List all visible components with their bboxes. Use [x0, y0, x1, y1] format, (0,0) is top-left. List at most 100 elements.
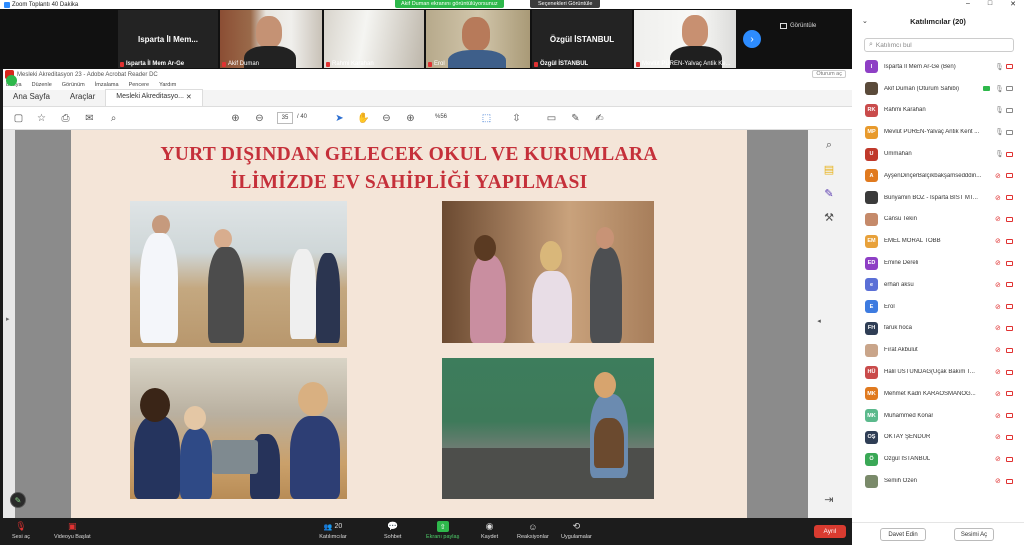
video-tile[interactable]: Erol [426, 10, 530, 68]
left-panel-toggle[interactable]: ▸ [3, 130, 15, 518]
participant-name: EMEL MORAL TOBB [884, 238, 941, 245]
hand-tool-icon[interactable]: ✋ [357, 112, 370, 125]
participant-row[interactable]: Bünyamin BOZ - Isparta BİST MT... ⊘ [852, 187, 1024, 209]
share-screen-button[interactable]: ⇧ Ekranı paylaş [426, 521, 459, 540]
participant-row[interactable]: EM EMEL MORAL TOBB ⊘ [852, 230, 1024, 252]
unmute-button[interactable]: 🎙 Sesi aç [12, 521, 30, 540]
select-cursor-icon[interactable]: ➤ [333, 112, 346, 125]
more-tools-icon[interactable]: ⚒ [822, 210, 836, 224]
search-placeholder: Katılımcı bul [875, 41, 912, 49]
participant-row[interactable]: E Erol ⊘ [852, 296, 1024, 318]
page-number-input[interactable]: 35 [277, 112, 293, 124]
unmute-label: Sesi aç [12, 534, 31, 540]
page-up-icon[interactable]: ⊕ [229, 112, 242, 125]
participant-row[interactable]: MK Mehmet Kadri KARAOSMANOĞ... ⊘ [852, 383, 1024, 405]
close-tab-icon[interactable]: ✕ [186, 93, 192, 101]
apps-button[interactable]: ⟲ Uygulamalar [561, 521, 592, 540]
unmute-me-button[interactable]: Sesimi Aç [954, 528, 994, 541]
sign-icon[interactable]: ✍ [593, 112, 606, 125]
camera-icon [1006, 86, 1013, 92]
close-icon[interactable]: ✕ [1010, 0, 1016, 8]
zoom-app-icon [4, 1, 10, 8]
email-icon[interactable]: ✉ [83, 112, 96, 125]
menu-view[interactable]: Görünüm [62, 82, 85, 88]
reactions-button[interactable]: ☺ Reaksiyonlar [517, 521, 549, 541]
participant-row[interactable]: Ö Özgül İSTANBUL ⊘ [852, 448, 1024, 470]
zoom-in-icon[interactable]: ⊕ [404, 112, 417, 125]
person [214, 229, 232, 249]
fit-page-icon[interactable]: ⬚ [480, 112, 493, 125]
document-area[interactable]: ▸ YURT DIŞINDAN GELECEK OKUL VE KURUMLAR… [3, 130, 852, 518]
apron [594, 418, 624, 468]
participant-row[interactable]: A AyşenDinçerBalçıkbakşamsedddin... ⊘ [852, 165, 1024, 187]
participants-label: Katılımcılar [319, 534, 347, 540]
page-down-icon[interactable]: ⊖ [253, 112, 266, 125]
participant-row[interactable]: Akif Duman (Oturum Sahibi) 🎙 [852, 78, 1024, 100]
participant-row[interactable]: MK Muhammed Konar ⊘ [852, 405, 1024, 427]
tile-name: Erol [434, 61, 445, 67]
menu-help[interactable]: Yardım [159, 82, 176, 88]
video-tile[interactable]: Mevlüt PÜREN-Yalvaç Antik Ke... [634, 10, 736, 68]
zoom-out-icon[interactable]: ⊖ [380, 112, 393, 125]
camera-off-icon [1006, 304, 1013, 310]
zoom-level[interactable]: %56 [435, 114, 447, 120]
leave-button[interactable]: Ayrıl [814, 525, 846, 538]
menu-edit[interactable]: Düzenle [32, 82, 52, 88]
video-strip: Isparta İl Mem... Isparta İl Mem Ar-Ge A… [0, 9, 852, 69]
bookmark-star-icon[interactable]: ☆ [35, 112, 48, 125]
comment-icon[interactable]: ▭ [545, 112, 558, 125]
start-video-button[interactable]: ▣ Videoyu Başlat [54, 521, 91, 540]
chevron-right-icon[interactable]: ▸ [6, 315, 10, 323]
participant-row[interactable]: Semih Özen ⊘ [852, 470, 1024, 492]
sign-in-button[interactable]: Oturum aç [812, 70, 846, 78]
participant-row[interactable]: U Ummahan 🎙 [852, 143, 1024, 165]
chevron-left-icon[interactable]: ◂ [812, 314, 826, 328]
participant-row[interactable]: Fırat Akbulut ⊘ [852, 339, 1024, 361]
invite-button[interactable]: Davet Edin [880, 528, 926, 541]
video-tile[interactable]: Akif Duman [220, 10, 322, 68]
chevron-down-icon[interactable]: ⌄ [862, 17, 868, 25]
participant-row[interactable]: RK Rahmi Karahan 🎙 [852, 100, 1024, 122]
tab-tools[interactable]: Araçlar [60, 89, 105, 106]
chat-button[interactable]: 💬 Sohbet [384, 521, 401, 540]
view-options-button[interactable]: Seçenekleri Görüntüle [530, 0, 601, 8]
video-tile[interactable]: Özgül İSTANBUL Özgül İSTANBUL [532, 10, 632, 68]
annotate-pen-icon[interactable]: ✎ [10, 492, 26, 508]
menu-sign[interactable]: İmzalama [95, 82, 119, 88]
participant-row[interactable]: HÜ Halil ÜSTÜNDAĞ(Uçak Bakım T... ⊘ [852, 361, 1024, 383]
camera-off-icon [1006, 369, 1013, 375]
participant-name: Rahmi Karahan [884, 107, 926, 114]
comment-bubble-icon[interactable]: ▤ [822, 162, 836, 176]
participant-row[interactable]: FH faruk hoca ⊘ [852, 318, 1024, 340]
record-button[interactable]: ◉ Kaydet [481, 521, 498, 540]
video-tile[interactable]: Rahmi Karahan [324, 10, 424, 68]
participant-row[interactable]: I Isparta İl Mem Ar-Ge (Ben) 🎙 [852, 56, 1024, 78]
participants-panel: ⌄ Katılımcılar (20) ⌕ Katılımcı bul I Isp… [852, 9, 1024, 545]
tab-home[interactable]: Ana Sayfa [3, 89, 60, 106]
maximize-icon[interactable]: □ [988, 0, 992, 8]
search-icon[interactable]: ⌕ [107, 112, 120, 125]
participants-button[interactable]: 👥 20 Katılımcılar [318, 521, 348, 540]
fill-sign-icon[interactable]: ✎ [822, 186, 836, 200]
participant-row[interactable]: e erhan aksu ⊘ [852, 274, 1024, 296]
participant-row[interactable]: Cansu Tekin ⊘ [852, 209, 1024, 231]
video-tile[interactable]: Isparta İl Mem... Isparta İl Mem Ar-Ge [118, 10, 218, 68]
save-icon[interactable]: ▢ [12, 112, 25, 125]
participant-search-input[interactable]: ⌕ Katılımcı bul [864, 38, 1014, 52]
participant-row[interactable]: MP Mevlüt PÜREN-Yalvaç Antik Kent ... 🎙 [852, 121, 1024, 143]
participant-row[interactable]: OŞ OKTAY ŞENDUR ⊘ [852, 427, 1024, 449]
zoom-search-icon[interactable]: ⌕ [822, 138, 836, 152]
print-icon[interactable]: ⎙ [59, 112, 72, 125]
tab-document[interactable]: Mesleki Akreditasyo... ✕ [105, 89, 203, 106]
collapse-pane-icon[interactable]: ⇥ [822, 492, 836, 506]
pen-icon[interactable]: ✎ [569, 112, 582, 125]
robot-kit [212, 440, 258, 474]
participant-name: Muhammed Konar [884, 412, 934, 419]
participant-face [256, 16, 282, 48]
view-button[interactable]: Görüntüle [780, 23, 816, 29]
participant-row[interactable]: ED Emine Dereli ⊘ [852, 252, 1024, 274]
scroll-mode-icon[interactable]: ⇳ [510, 112, 523, 125]
minimize-icon[interactable]: – [966, 0, 970, 8]
menu-window[interactable]: Pencere [129, 82, 150, 88]
next-page-icon[interactable]: › [743, 30, 761, 48]
